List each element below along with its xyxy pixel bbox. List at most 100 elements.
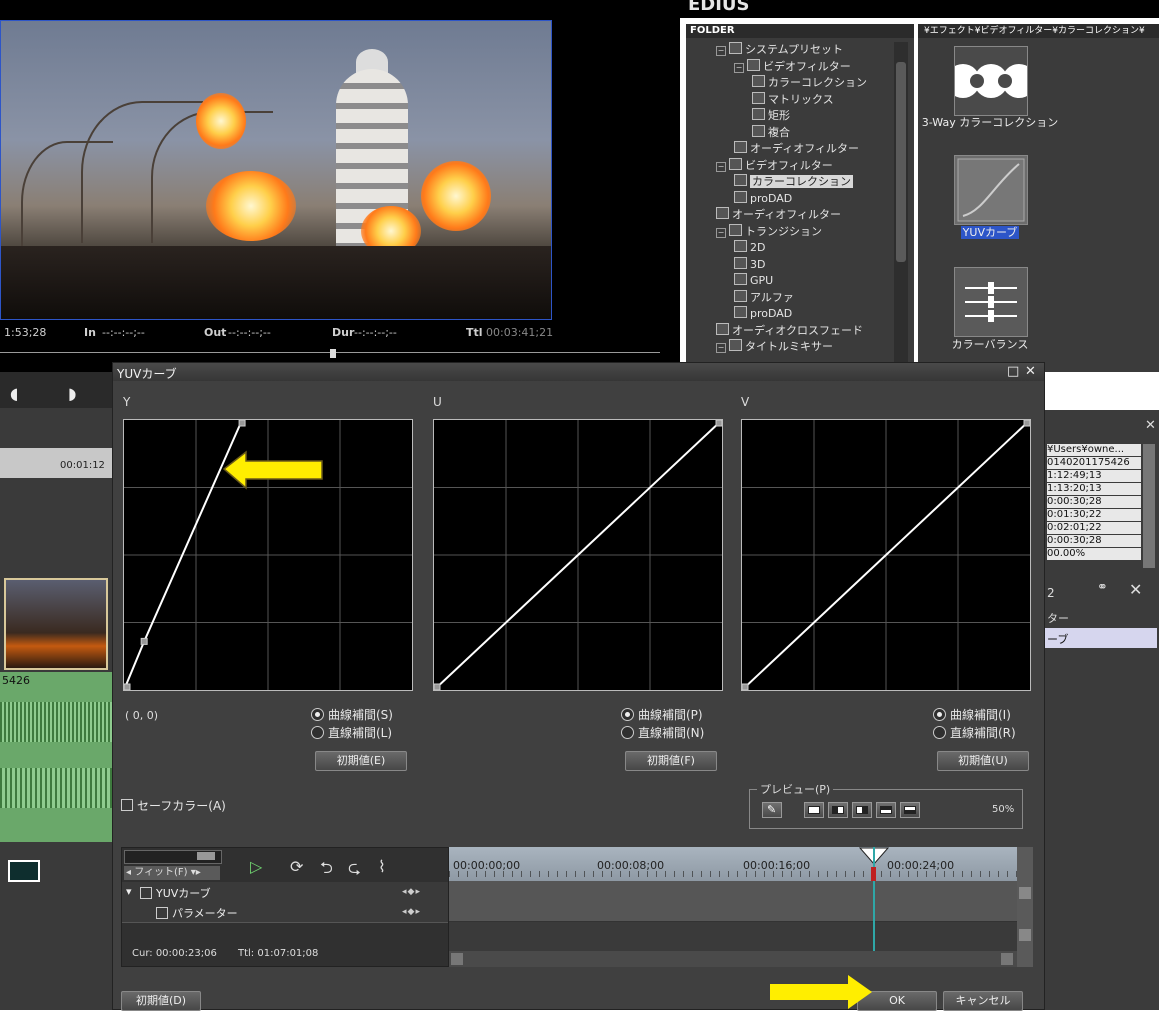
mark-out-icon[interactable]: ◗ xyxy=(68,384,76,403)
expand-toggle-icon[interactable]: − xyxy=(716,343,726,353)
curve-control-point[interactable] xyxy=(434,683,441,690)
preview-split-right-icon[interactable] xyxy=(852,802,872,818)
curve-interp-radio-v[interactable]: 曲線補間(I) xyxy=(933,707,1011,723)
preview-percent[interactable]: 50% xyxy=(992,804,1014,815)
tree-item[interactable]: − ビデオフィルター xyxy=(734,58,851,75)
scroll-up-icon[interactable] xyxy=(1019,887,1031,899)
curve-editor-u[interactable] xyxy=(433,419,723,691)
preview-split-top-icon[interactable] xyxy=(876,802,896,818)
color-swatch[interactable] xyxy=(8,860,40,882)
linear-interp-radio-y[interactable]: 直線補間(L) xyxy=(311,725,392,741)
expand-toggle-icon[interactable]: − xyxy=(716,227,726,238)
close-icon[interactable]: ✕ xyxy=(1145,418,1156,433)
radio-selected[interactable] xyxy=(621,708,634,721)
video-preview[interactable] xyxy=(0,20,552,320)
expand-toggle-icon[interactable]: − xyxy=(716,161,726,172)
effect-label-yuv[interactable]: YUVカーブ xyxy=(915,224,1065,240)
preview-full-icon[interactable] xyxy=(804,802,824,818)
expand-toggle-icon[interactable]: − xyxy=(734,62,744,73)
tree-item[interactable]: カラーコレクション xyxy=(734,174,853,190)
timeline-ruler[interactable]: 00:00:00;00 00:00:08;00 00:00:16;00 00:0… xyxy=(449,847,1017,881)
radio-unselected[interactable] xyxy=(621,726,634,739)
curve-interp-radio-y[interactable]: 曲線補間(S) xyxy=(311,707,393,723)
scrollbar-thumb[interactable] xyxy=(896,62,906,262)
sliders-icon[interactable] xyxy=(954,267,1028,337)
tree-item[interactable]: 矩形 xyxy=(752,108,790,124)
effect-label-3way[interactable]: 3-Way カラーコレクション xyxy=(915,114,1065,130)
info-scrollbar[interactable] xyxy=(1143,444,1155,568)
curve-interp-radio-u[interactable]: 曲線補間(P) xyxy=(621,707,703,723)
expand-toggle-icon[interactable]: − xyxy=(716,46,726,56)
radio-selected[interactable] xyxy=(311,708,324,721)
preview-split-bottom-icon[interactable] xyxy=(900,802,920,818)
tree-item[interactable]: proDAD xyxy=(734,306,792,322)
close-icon[interactable]: ✕ xyxy=(1025,364,1036,379)
curve-control-point[interactable] xyxy=(1023,420,1030,427)
loop-play-icon[interactable]: ⟳ xyxy=(290,857,303,876)
radio-selected[interactable] xyxy=(933,708,946,721)
tree-item[interactable]: 2D xyxy=(734,240,765,256)
info-list-item-selected[interactable]: ーブ xyxy=(1045,628,1157,648)
tree-item[interactable]: オーディオフィルター xyxy=(716,207,841,223)
linear-interp-radio-v[interactable]: 直線補間(R) xyxy=(933,725,1016,741)
reset-u-button[interactable]: 初期値(F) xyxy=(625,751,717,771)
tree-item[interactable]: − システムプリセット xyxy=(716,42,843,58)
prev-keyframe-icon[interactable]: ⮌ xyxy=(320,857,333,884)
close-icon[interactable]: ✕ xyxy=(1129,580,1142,599)
scroll-right-icon[interactable] xyxy=(1001,953,1013,965)
pencil-icon[interactable]: ✎ xyxy=(762,802,782,818)
scroll-left-icon[interactable] xyxy=(451,953,463,965)
curve-control-point[interactable] xyxy=(124,683,131,690)
tree-item[interactable]: − タイトルミキサー xyxy=(716,339,833,355)
play-icon[interactable]: ▷ xyxy=(250,857,262,876)
track-lane[interactable] xyxy=(449,881,1017,902)
preview-split-left-icon[interactable] xyxy=(828,802,848,818)
curve-icon[interactable] xyxy=(954,155,1028,225)
safe-color-checkbox[interactable]: セーフカラー(A) xyxy=(121,797,226,814)
curve-control-point[interactable] xyxy=(715,420,722,427)
track-checkbox[interactable] xyxy=(156,907,168,919)
track-expand-icon[interactable]: ▾ xyxy=(126,885,132,898)
curve-control-point[interactable] xyxy=(238,420,246,427)
zoom-slider-thumb[interactable] xyxy=(197,852,215,860)
tree-item[interactable]: アルファ xyxy=(734,289,794,306)
mark-in-icon[interactable]: ◖ xyxy=(10,384,18,403)
track-checkbox[interactable] xyxy=(140,887,152,899)
audio-track[interactable]: 5426 xyxy=(0,672,112,842)
next-keyframe-icon[interactable]: ⮎ xyxy=(348,857,361,884)
curve-canvas-u[interactable] xyxy=(434,420,722,690)
curve-canvas-v[interactable] xyxy=(742,420,1030,690)
effect-label-balance[interactable]: カラーバランス xyxy=(915,336,1065,352)
checkbox-box[interactable] xyxy=(121,799,133,811)
tree-item[interactable]: カラーコレクション xyxy=(752,75,867,91)
tree-item[interactable]: マトリックス xyxy=(752,91,834,108)
track-lane[interactable] xyxy=(449,901,1017,922)
scroll-down-icon[interactable] xyxy=(1019,929,1031,941)
track-row[interactable]: ▾ YUVカーブ ◂◆▸ xyxy=(122,882,448,903)
cancel-button[interactable]: キャンセル xyxy=(943,991,1023,1011)
timeline-vscrollbar[interactable] xyxy=(1017,847,1033,967)
tree-item[interactable]: オーディオクロスフェード xyxy=(716,322,863,339)
reset-all-button[interactable]: 初期値(D) xyxy=(121,991,201,1011)
fit-dropdown[interactable]: ◂ フィット(F) ▾▸ xyxy=(124,866,220,880)
maximize-icon[interactable]: □ xyxy=(1007,364,1019,379)
timeline-ruler[interactable]: 00:01:12 xyxy=(0,448,112,478)
keyframe-track-area[interactable] xyxy=(449,847,1017,951)
track-row[interactable]: パラメーター ◂◆▸ xyxy=(122,902,448,923)
linear-interp-radio-u[interactable]: 直線補間(N) xyxy=(621,725,704,741)
link-icon[interactable]: ⚭ xyxy=(1097,580,1108,595)
folder-scrollbar[interactable] xyxy=(894,42,908,372)
curve-editor-v[interactable] xyxy=(741,419,1031,691)
curve-control-point[interactable] xyxy=(742,683,749,690)
tree-item[interactable]: proDAD xyxy=(734,190,792,207)
tree-item[interactable]: 複合 xyxy=(752,124,790,141)
slider-thumb[interactable] xyxy=(330,349,336,358)
tree-item[interactable]: GPU xyxy=(734,273,773,289)
tree-item[interactable]: − ビデオフィルター xyxy=(716,157,833,174)
reset-y-button[interactable]: 初期値(E) xyxy=(315,751,407,771)
graph-icon[interactable]: ⌇ xyxy=(378,857,386,876)
reset-v-button[interactable]: 初期値(U) xyxy=(937,751,1029,771)
radio-unselected[interactable] xyxy=(933,726,946,739)
tree-item[interactable]: オーディオフィルター xyxy=(734,141,859,157)
tree-item[interactable]: − トランジション xyxy=(716,223,822,240)
